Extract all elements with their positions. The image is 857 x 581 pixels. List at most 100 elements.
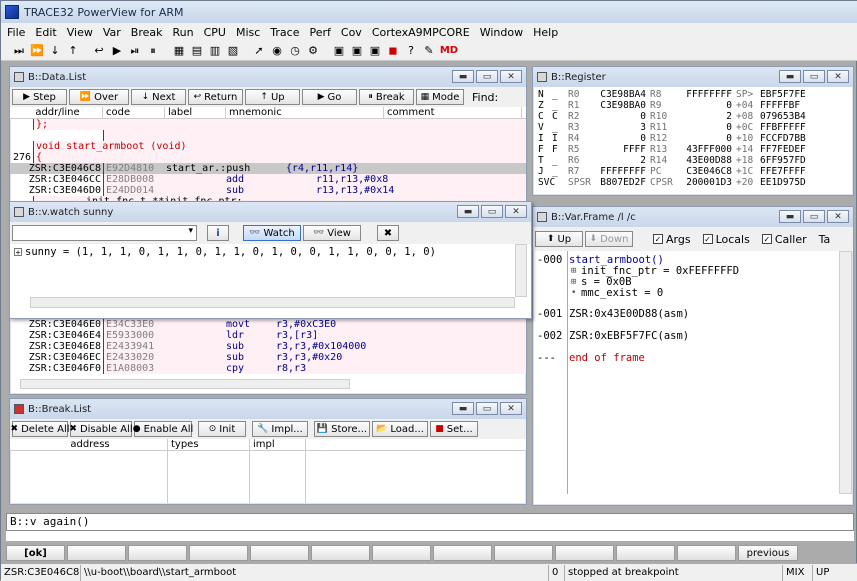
source-row[interactable]: ZSR:C3E046CC E28DB008 add r11,r13,#0x8 xyxy=(10,174,526,185)
source-row[interactable]: ZSR:C3E046E4 E5933000 ldr r3,[r3] xyxy=(10,330,526,341)
go-next-icon[interactable]: ⏯ xyxy=(127,43,143,59)
softkey-empty[interactable] xyxy=(311,545,370,561)
register-cell[interactable]: 2 xyxy=(594,155,646,166)
source-row[interactable]: ZSR:C3E046EC E2433020 sub r3,r3,#0x20 xyxy=(10,352,526,363)
step-over-icon[interactable]: ⏩ xyxy=(29,43,45,59)
tasks-label-truncated[interactable]: Ta xyxy=(819,233,831,246)
expand-plus-icon[interactable]: + xyxy=(14,248,22,257)
view-button[interactable]: 👓 View xyxy=(303,225,361,241)
md-icon[interactable]: MD xyxy=(439,43,459,59)
source-row[interactable]: 276 { xyxy=(10,152,526,163)
register-cell[interactable]: 3 xyxy=(594,122,646,133)
register-cell[interactable]: FFE7FFFF xyxy=(760,166,816,177)
register-cell[interactable]: FFFFFBF xyxy=(760,100,816,111)
register-cell[interactable]: 2 xyxy=(680,111,732,122)
source-row[interactable]: ZSR:C3E046E0 E34C33E0 movt r3,#0xC3E0 xyxy=(10,319,526,330)
register-cell[interactable]: EBF5F7FE xyxy=(760,89,816,100)
menu-trace[interactable]: Trace xyxy=(270,26,299,39)
list-icon[interactable]: ▦ xyxy=(171,43,187,59)
menu-var[interactable]: Var xyxy=(103,26,121,39)
close-button[interactable]: ✕ xyxy=(827,70,849,83)
step-into-icon[interactable]: ⏭ xyxy=(11,43,27,59)
frame-line[interactable]: -002 ZSR:0xEBF5F7FC(asm) xyxy=(533,331,839,342)
source-row[interactable]: void start_armboot (void) xyxy=(10,141,526,152)
softkey-ok[interactable]: [ok] xyxy=(6,545,65,561)
register-cell[interactable]: FFFFFFFF xyxy=(594,166,646,177)
frame-line[interactable]: ⊞ s = 0x0B xyxy=(533,277,839,288)
menu-break[interactable]: Break xyxy=(131,26,163,39)
register-cell[interactable]: 6FF957FD xyxy=(760,155,816,166)
menu-cpu[interactable]: CPU xyxy=(204,26,226,39)
datalist-over-button[interactable]: ⏩ Over xyxy=(69,89,129,105)
caller-checkbox[interactable]: ✓ Caller xyxy=(761,233,807,246)
chip-icon[interactable]: ▣ xyxy=(331,43,347,59)
go-icon[interactable]: ▶ xyxy=(109,43,125,59)
minimize-button[interactable]: ▬ xyxy=(457,205,479,218)
register-cell[interactable]: FFFF xyxy=(594,144,646,155)
source-row[interactable]: ZSR:C3E046F0 E1A08003 cpy r8,r3 xyxy=(10,363,526,374)
register-cell[interactable]: FF7FEDEF xyxy=(760,144,816,155)
softkey-empty[interactable] xyxy=(677,545,736,561)
menu-perf[interactable]: Perf xyxy=(309,26,330,39)
minimize-button[interactable]: ▬ xyxy=(779,210,801,223)
step-up-icon[interactable]: ↑ xyxy=(65,43,81,59)
down-button[interactable]: ⬇ Down xyxy=(585,231,633,247)
menu-run[interactable]: Run xyxy=(173,26,194,39)
register-cell[interactable]: 200001D3 xyxy=(680,177,732,188)
register-cell[interactable]: B807ED2F xyxy=(594,177,646,188)
register-cell[interactable]: 43FFF000 xyxy=(680,144,732,155)
chip3-icon[interactable]: ▣ xyxy=(367,43,383,59)
gear-icon[interactable]: ⚙ xyxy=(305,43,321,59)
softkey-empty[interactable] xyxy=(372,545,431,561)
menu-edit[interactable]: Edit xyxy=(35,26,56,39)
expand-plus-icon[interactable]: ⊞ xyxy=(571,277,576,288)
maximize-button[interactable]: ▭ xyxy=(803,210,825,223)
locals-checkbox[interactable]: ✓ Locals xyxy=(702,233,750,246)
minimize-button[interactable]: ▬ xyxy=(452,402,474,415)
datalist-break-button[interactable]: ⏸ Break xyxy=(359,89,414,105)
watch-vertical-scrollbar[interactable] xyxy=(515,244,527,297)
menu-view[interactable]: View xyxy=(67,26,93,39)
watch-entry[interactable]: + sunny = (1, 1, 1, 0, 1, 1, 0, 1, 1, 0,… xyxy=(10,244,531,258)
register-cell[interactable]: C3E98BA4 xyxy=(594,89,646,100)
arrow-icon[interactable]: ➚ xyxy=(251,43,267,59)
chip2-icon[interactable]: ▣ xyxy=(349,43,365,59)
maximize-button[interactable]: ▭ xyxy=(481,205,503,218)
init-button[interactable]: ⊙ Init xyxy=(198,421,246,437)
display-icon[interactable]: ▧ xyxy=(225,43,241,59)
frame-line[interactable]: • mmc_exist = 0 xyxy=(533,288,839,299)
register-cell[interactable]: FFBFFFFF xyxy=(760,122,816,133)
softkey-empty[interactable] xyxy=(250,545,309,561)
help-icon[interactable]: ? xyxy=(403,43,419,59)
register-cell[interactable]: 0 xyxy=(680,122,732,133)
softkey-empty[interactable] xyxy=(433,545,492,561)
register-cell[interactable]: 0 xyxy=(594,133,646,144)
datalist-mode-button[interactable]: ▦ Mode xyxy=(416,89,464,105)
register-cell[interactable]: 0 xyxy=(680,133,732,144)
break-icon[interactable]: ⏸ xyxy=(145,43,161,59)
timer-icon[interactable]: ◷ xyxy=(287,43,303,59)
tools-icon[interactable]: ✎ xyxy=(421,43,437,59)
stop-icon[interactable]: ◉ xyxy=(269,43,285,59)
var-frame-vertical-scrollbar[interactable] xyxy=(839,251,852,494)
menu-misc[interactable]: Misc xyxy=(236,26,260,39)
softkey-empty[interactable] xyxy=(494,545,553,561)
enable-all-button[interactable]: ● Enable All xyxy=(133,421,193,437)
memory-icon[interactable]: ▥ xyxy=(207,43,223,59)
menu-file[interactable]: File xyxy=(7,26,25,39)
minimize-button[interactable]: ▬ xyxy=(779,70,801,83)
register-cell[interactable]: 0 xyxy=(680,100,732,111)
datalist-step-button[interactable]: ▶ Step xyxy=(12,89,67,105)
close-button[interactable]: ✕ xyxy=(827,210,849,223)
close-button[interactable]: ✕ xyxy=(500,402,522,415)
store-button[interactable]: 💾 Store... xyxy=(314,421,370,437)
cube-icon[interactable]: ◼ xyxy=(385,43,401,59)
source-row[interactable] xyxy=(10,130,526,141)
frame-line[interactable]: -001 ZSR:0x43E00D88(asm) xyxy=(533,309,839,320)
register-cell[interactable]: C3E046C8 xyxy=(680,166,732,177)
frame-line[interactable]: ⊞ init_fnc_ptr = 0xFEFFFFFD xyxy=(533,266,839,277)
datalist-go-button[interactable]: ▶ Go xyxy=(302,89,357,105)
source-row[interactable]: ZSR:C3E046C8 E92D4810 start_ar.:push {r4,r1… xyxy=(10,163,526,174)
args-checkbox[interactable]: ✓ Args xyxy=(653,233,691,246)
command-line-input[interactable]: B::v again() xyxy=(6,513,854,531)
